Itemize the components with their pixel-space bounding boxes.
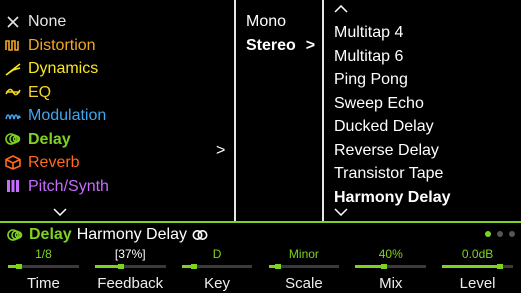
block-editor: Delay Harmony Delay 1/8 Time [37%] Feedback… (0, 221, 521, 293)
param-value: 40% (378, 247, 403, 261)
param-slider-handle[interactable] (191, 264, 198, 269)
param-label: Key (204, 275, 230, 292)
param-slider-handle[interactable] (275, 264, 282, 269)
category-label: Dynamics (28, 60, 99, 77)
close-icon (4, 10, 22, 33)
category-label: Distortion (28, 36, 96, 54)
param-time[interactable]: 1/8 Time (0, 223, 87, 293)
param-value: [37%] (114, 247, 146, 261)
model-item[interactable]: Multitap 4 (334, 21, 403, 44)
param-slider-handle[interactable] (497, 264, 504, 269)
model-item[interactable]: Transistor Tape (334, 162, 443, 185)
param-scale[interactable]: Minor Scale (261, 223, 348, 293)
param-label: Time (27, 275, 60, 292)
param-slider[interactable] (442, 264, 513, 269)
category-list: > None Distortion Dynamics EQ Modulation Dela… (0, 0, 236, 221)
scroll-down-chevron-icon[interactable] (334, 208, 348, 216)
modulation-icon (4, 104, 22, 127)
scroll-down-chevron-icon[interactable] (53, 208, 67, 216)
param-value: D (212, 247, 222, 261)
param-slider-handle[interactable] (118, 264, 125, 269)
mode-submenu-arrow: > (305, 36, 316, 54)
dynamics-icon (4, 57, 22, 80)
category-modulation[interactable]: Modulation (5, 104, 107, 127)
model-item[interactable]: Reverse Delay (334, 139, 439, 162)
param-level[interactable]: 0.0dB Level (434, 223, 521, 293)
param-label: Scale (285, 275, 323, 292)
category-dynamics[interactable]: Dynamics (5, 57, 99, 80)
param-slider[interactable] (355, 264, 427, 269)
param-label: Feedback (97, 275, 164, 292)
model-item[interactable]: Ducked Delay (334, 115, 434, 138)
param-slider-fill (442, 265, 501, 268)
mode-stereo[interactable]: Stereo > (246, 34, 315, 57)
param-key[interactable]: D Key (174, 223, 261, 293)
param-value: 0.0dB (461, 247, 494, 261)
param-slider-fill (355, 265, 384, 268)
category-label: Reverb (28, 154, 80, 171)
category-label: None (28, 13, 67, 30)
model-item[interactable]: Multitap 6 (334, 45, 403, 68)
mode-mono[interactable]: Mono (246, 10, 286, 33)
category-eq[interactable]: EQ (5, 81, 52, 104)
reverb-icon (4, 151, 22, 174)
category-label: Delay (28, 130, 71, 148)
pitch-synth-icon (4, 175, 22, 198)
param-mix[interactable]: 40% Mix (347, 223, 434, 293)
param-label: Level (459, 275, 496, 292)
category-reverb[interactable]: Reverb (5, 151, 80, 174)
mode-label: Mono (246, 13, 287, 30)
model-list: Multitap 4 Multitap 6 Ping Pong Sweep Echo D… (324, 0, 521, 221)
param-slider[interactable] (94, 264, 166, 269)
category-label: Modulation (28, 107, 107, 124)
param-slider-handle[interactable] (380, 264, 387, 269)
delay-icon (4, 128, 22, 151)
scroll-up-chevron-icon[interactable] (334, 5, 348, 13)
model-item[interactable]: Sweep Echo (334, 92, 424, 115)
category-label: EQ (28, 83, 52, 101)
model-item[interactable]: Harmony Delay (334, 186, 451, 209)
distortion-icon (4, 34, 22, 57)
category-submenu-arrow[interactable]: > (216, 139, 225, 162)
param-slider[interactable] (181, 264, 253, 269)
param-label: Mix (379, 275, 403, 292)
mode-label: Stereo (246, 36, 296, 54)
eq-icon (4, 81, 22, 104)
param-slider-handle[interactable] (16, 264, 23, 269)
param-slider[interactable] (268, 264, 340, 269)
param-feedback[interactable]: [37%] Feedback (87, 223, 174, 293)
param-value: Minor (288, 247, 319, 261)
category-distortion[interactable]: Distortion (5, 34, 96, 57)
category-pitch-synth[interactable]: Pitch/Synth (7, 175, 109, 198)
model-item[interactable]: Ping Pong (334, 68, 408, 91)
category-delay[interactable]: Delay (5, 128, 71, 151)
category-none[interactable]: None (7, 10, 67, 33)
mode-list: Mono Stereo > (236, 0, 324, 221)
param-value: 1/8 (35, 247, 52, 261)
param-slider[interactable] (8, 264, 79, 269)
category-label: Pitch/Synth (28, 177, 109, 195)
